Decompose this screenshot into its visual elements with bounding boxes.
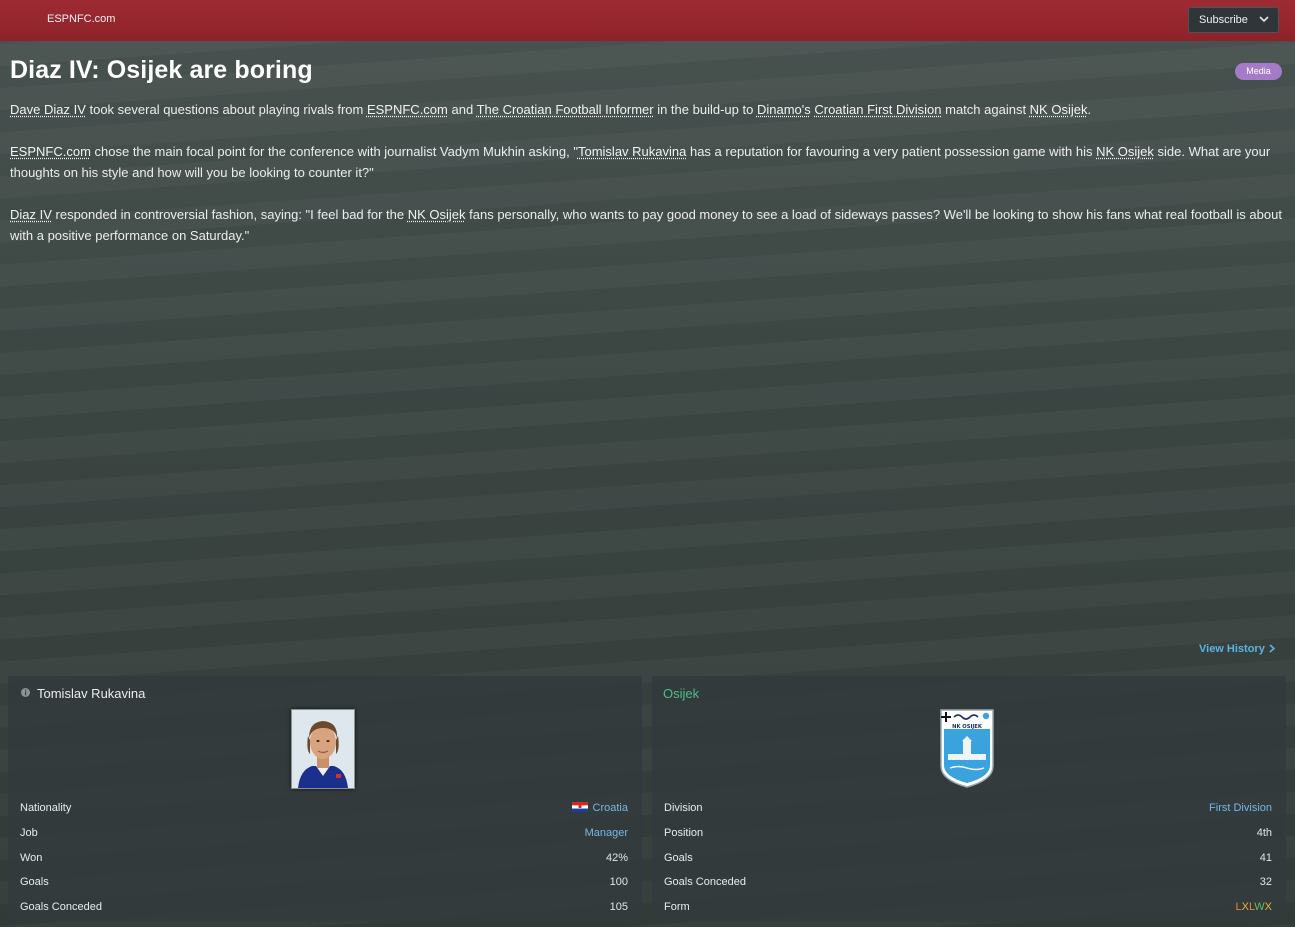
stat-label: Goals Conceded (664, 876, 746, 889)
text: took several questions about playing riv… (85, 102, 367, 117)
form-value: LXLWX (1235, 901, 1272, 913)
person-link-rukavina[interactable]: Tomislav Rukavina (578, 144, 686, 159)
text: match against (941, 102, 1030, 117)
stat-row-job: Job Manager (20, 822, 628, 847)
stat-row-goals-conceded: Goals Conceded 32 (664, 871, 1272, 896)
info-icon[interactable] (21, 688, 30, 697)
stat-label: Form (664, 901, 690, 914)
club-link-osijek[interactable]: NK Osijek (1030, 102, 1088, 117)
stat-row-won: Won 42% (20, 847, 628, 872)
article-paragraph: Dave Diaz IV took several questions abou… (10, 99, 1282, 120)
croatia-flag-icon (571, 802, 588, 812)
stat-row-goals: Goals 41 (664, 847, 1272, 872)
stat-row-form: Form LXLWX (664, 896, 1272, 921)
media-link-espnfc[interactable]: ESPNFC.com (10, 144, 91, 159)
competition-link[interactable]: Croatian First Division (814, 102, 941, 117)
stat-row-position: Position 4th (664, 822, 1272, 847)
text: chose the main focal point for the confe… (90, 144, 578, 159)
text: in the build-up to (653, 102, 757, 117)
crest-text: NK OSIJEK (952, 724, 983, 730)
view-history-label: View History (1199, 643, 1265, 655)
stat-label: Nationality (20, 802, 72, 814)
club-crest: NK OSIJEK (940, 709, 994, 788)
manager-panel: Tomislav Rukavina Nationality Croatia Jo… (8, 676, 642, 922)
form-result: X (1241, 901, 1249, 914)
stat-row-goals: Goals 100 (20, 871, 628, 896)
club-panel: Osijek NK OSIJEK Division First Division… (652, 676, 1286, 922)
stat-label: Division (664, 802, 703, 814)
text: has a reputation for favouring a very pa… (686, 144, 1097, 159)
club-link-dinamo[interactable]: Dinamo's (757, 102, 811, 117)
top-bar: ESPNFC.com Subscribe (0, 0, 1295, 41)
manager-portrait (291, 709, 355, 789)
text: and (447, 102, 477, 117)
goals-conceded-value: 105 (609, 901, 628, 914)
won-value: 42% (605, 851, 628, 864)
person-link-diaz[interactable]: Dave Diaz IV (10, 102, 86, 117)
goals-value: 100 (609, 876, 628, 889)
media-link-espnfc[interactable]: ESPNFC.com (367, 102, 448, 117)
subscribe-button[interactable]: Subscribe (1188, 7, 1279, 33)
manager-stats: Nationality Croatia Job Manager Won 42% … (20, 797, 628, 921)
chevron-down-icon (1259, 16, 1269, 23)
stat-label: Won (20, 851, 43, 864)
stat-label: Goals (20, 876, 49, 889)
manager-name[interactable]: Tomislav Rukavina (37, 686, 145, 701)
chevron-right-icon (1269, 644, 1276, 653)
club-stats: Division First Division Position 4th Goa… (664, 797, 1272, 921)
article-body: Dave Diaz IV took several questions abou… (10, 99, 1282, 267)
media-link-informer[interactable]: The Croatian Football Informer (477, 102, 654, 117)
nationality-value[interactable]: Croatia (571, 802, 628, 814)
form-result: X (1264, 901, 1272, 914)
person-link-diaz[interactable]: Diaz IV (10, 207, 52, 222)
club-link-osijek[interactable]: NK Osijek (1096, 144, 1154, 159)
stat-row-division: Division First Division (664, 797, 1272, 822)
view-history-link[interactable]: View History (1199, 643, 1276, 655)
headline: Diaz IV: Osijek are boring (10, 56, 313, 84)
text: responded in controversial fashion, sayi… (51, 207, 408, 222)
stat-label: Goals (664, 851, 693, 864)
nationality-text: Croatia (592, 802, 628, 814)
goals-value: 41 (1259, 851, 1272, 864)
article-paragraph: Diaz IV responded in controversial fashi… (10, 204, 1282, 246)
position-value: 4th (1256, 826, 1272, 839)
job-value[interactable]: Manager (585, 827, 628, 839)
form-result: W (1254, 901, 1265, 914)
stat-label: Goals Conceded (20, 901, 102, 914)
stat-row-nationality: Nationality Croatia (20, 797, 628, 822)
article-paragraph: ESPNFC.com chose the main focal point fo… (10, 141, 1282, 183)
source-name: ESPNFC.com (47, 13, 116, 25)
stat-label: Position (664, 826, 704, 839)
club-link-osijek[interactable]: NK Osijek (408, 207, 466, 222)
stat-row-goals-conceded: Goals Conceded 105 (20, 896, 628, 921)
subscribe-label: Subscribe (1199, 14, 1248, 26)
goals-conceded-value: 32 (1259, 876, 1272, 889)
division-value[interactable]: First Division (1209, 802, 1272, 814)
text: . (1087, 102, 1092, 117)
media-badge: Media (1235, 63, 1282, 80)
club-name[interactable]: Osijek (663, 686, 699, 701)
stat-label: Job (20, 826, 38, 839)
